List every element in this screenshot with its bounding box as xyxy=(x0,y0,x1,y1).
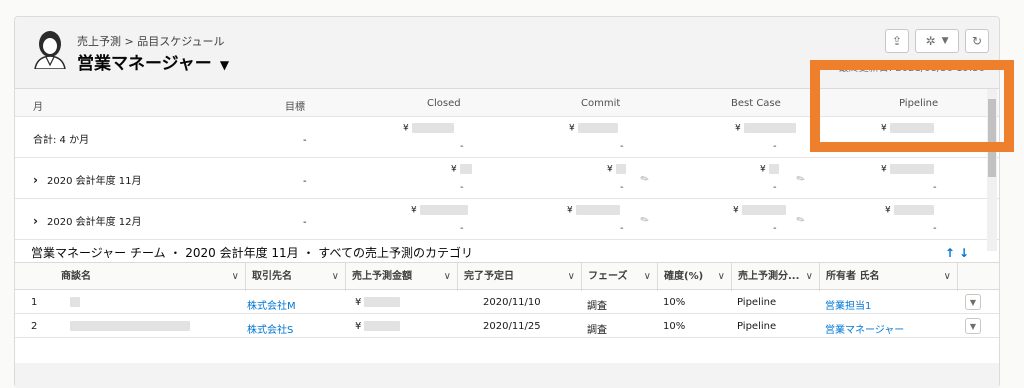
chevron-down-icon: ▼ xyxy=(941,36,949,46)
col-owner[interactable]: 所有者 氏名 ∨ xyxy=(819,263,957,291)
settings-button[interactable]: ✲ ▼ xyxy=(915,29,959,53)
col-account[interactable]: 取引先名 ∨ xyxy=(245,263,345,291)
chevron-right-icon[interactable]: › xyxy=(33,173,47,187)
col-probability[interactable]: 確度(%) ∨ xyxy=(657,263,731,291)
breadcrumb[interactable]: 売上予測 > 品目スケジュール xyxy=(77,33,224,49)
close-date: 2020/11/10 xyxy=(483,297,541,308)
refresh-icon[interactable]: ↻ xyxy=(965,29,989,53)
table-footer xyxy=(15,363,999,388)
chevron-down-icon[interactable]: ∨ xyxy=(644,263,651,291)
best-case-value[interactable]: ¥ xyxy=(733,205,786,216)
opportunity-header-row: 商談名 ∨ 取引先名 ∨ 売上予測金額 ∨ 完了予定日 ∨ フェーズ ∨ 確度(%) ∨ 売… xyxy=(15,262,1001,291)
phase: 調査 xyxy=(587,325,607,336)
share-icon[interactable]: ⇪ xyxy=(885,29,909,53)
probability: 10% xyxy=(663,321,686,332)
col-opportunity-name[interactable]: 商談名 ∨ xyxy=(55,263,245,291)
opportunity-name[interactable] xyxy=(67,321,190,332)
account-link[interactable]: 株式会社M xyxy=(247,297,296,312)
best-case-value[interactable]: ¥ xyxy=(760,164,779,175)
chevron-down-icon[interactable]: ▼ xyxy=(220,58,229,72)
account-link[interactable]: 株式会社S xyxy=(247,321,293,336)
chevron-down-icon[interactable]: ∨ xyxy=(332,263,339,291)
forecast-row-nov: › 2020 会計年度 11月 - ¥ - ¥ - ✎ ¥ - ✎ ¥ - xyxy=(15,158,999,199)
commit-value[interactable]: ¥ xyxy=(567,205,620,216)
closed-value[interactable]: ¥ xyxy=(451,164,472,175)
chevron-down-icon[interactable]: ∨ xyxy=(806,263,813,291)
forecast-row-dec: › 2020 会計年度 12月 - ¥ - ¥ - ✎ ¥ - ✎ ¥ - xyxy=(15,199,999,240)
chevron-right-icon[interactable]: › xyxy=(33,214,47,228)
closed-value[interactable]: ¥ xyxy=(411,205,468,216)
owner-link[interactable]: 営業担当1 xyxy=(825,297,871,312)
page-title[interactable]: 営業マネージャー ▼ xyxy=(77,49,229,74)
row-label: 合計: 4 か月 xyxy=(33,135,90,146)
probability: 10% xyxy=(663,297,686,308)
expand-row[interactable]: › 2020 会計年度 12月 xyxy=(33,213,142,228)
sort-arrows-icon[interactable]: ↑↓ xyxy=(945,246,973,260)
edit-pencil-icon[interactable]: ✎ xyxy=(795,173,808,187)
owner-link[interactable]: 営業マネージャー xyxy=(825,321,904,336)
closed-value[interactable]: ¥ xyxy=(403,123,454,134)
close-date: 2020/11/25 xyxy=(483,321,541,332)
forecast-category: Pipeline xyxy=(737,297,777,308)
col-amount[interactable]: 売上予測金額 ∨ xyxy=(345,263,457,291)
col-forecast-category[interactable]: 売上予測分... ∨ xyxy=(731,263,819,291)
commit-value[interactable]: ¥ xyxy=(569,123,618,134)
best-case-value[interactable]: ¥ xyxy=(735,123,796,134)
table-row: 2 株式会社S ¥ 2020/11/25 調査 10% Pipeline 営業マ… xyxy=(15,314,999,338)
edit-pencil-icon[interactable]: ✎ xyxy=(639,173,652,187)
expand-row[interactable]: › 2020 会計年度 11月 xyxy=(33,172,142,187)
table-row: 1 株式会社M ¥ 2020/11/10 調査 10% Pipeline 営業担… xyxy=(15,290,999,314)
opportunity-name[interactable] xyxy=(67,297,80,308)
user-avatar-icon xyxy=(34,31,66,69)
opportunity-section-title: 営業マネージャー チーム ・ 2020 会計年度 11月 ・ すべての売上予測の… xyxy=(31,246,473,260)
chevron-down-icon[interactable]: ∨ xyxy=(444,263,451,291)
opportunity-table: 商談名 ∨ 取引先名 ∨ 売上予測金額 ∨ 完了予定日 ∨ フェーズ ∨ 確度(%) ∨ 売… xyxy=(15,262,999,338)
amount: ¥ xyxy=(355,297,401,308)
col-actions xyxy=(957,263,1001,291)
chevron-down-icon[interactable]: ∨ xyxy=(232,263,239,291)
edit-pencil-icon[interactable]: ✎ xyxy=(639,214,652,228)
col-close-date[interactable]: 完了予定日 ∨ xyxy=(457,263,581,291)
row-menu-button[interactable]: ▼ xyxy=(965,294,981,310)
pipeline-highlight-box xyxy=(810,60,1014,152)
chevron-down-icon[interactable]: ∨ xyxy=(718,263,725,291)
row-menu-button[interactable]: ▼ xyxy=(965,318,981,334)
pipeline-value[interactable]: ¥ xyxy=(881,164,934,175)
amount: ¥ xyxy=(355,321,401,332)
commit-value[interactable]: ¥ xyxy=(607,164,626,175)
forecast-category: Pipeline xyxy=(737,321,777,332)
col-phase[interactable]: フェーズ ∨ xyxy=(581,263,657,291)
chevron-down-icon[interactable]: ∨ xyxy=(568,263,575,291)
chevron-down-icon[interactable]: ∨ xyxy=(944,263,951,291)
target-value: - xyxy=(303,135,307,146)
edit-pencil-icon[interactable]: ✎ xyxy=(795,214,808,228)
pipeline-value[interactable]: ¥ xyxy=(885,205,934,216)
gear-icon: ✲ xyxy=(925,34,936,48)
phase: 調査 xyxy=(587,301,607,312)
